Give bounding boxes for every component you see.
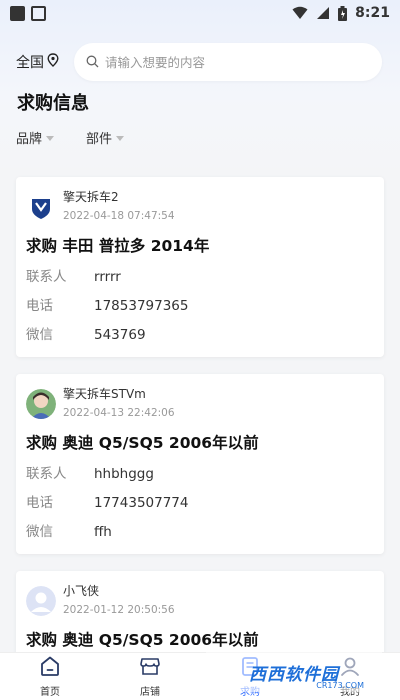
post-time: 2022-01-12 20:50:56 — [63, 604, 175, 616]
region-selector[interactable]: 全国 — [16, 52, 74, 72]
wechat-label: 微信 — [26, 524, 53, 540]
store-icon — [139, 655, 161, 681]
nav-home-label: 首页 — [40, 687, 60, 698]
signal-icon — [316, 6, 330, 20]
app-notification-icon — [31, 5, 46, 21]
watermark: 西西软件园 CR173.COM — [206, 652, 382, 692]
default-avatar-icon — [26, 586, 56, 616]
page-title: 求购信息 — [17, 93, 89, 114]
wechat-value: ffh — [94, 524, 112, 540]
wifi-icon — [292, 6, 308, 20]
post-time: 2022-04-13 22:42:06 — [63, 407, 175, 419]
filter-brand[interactable]: 品牌 — [16, 128, 55, 147]
caret-down-icon — [116, 136, 125, 141]
caret-down-icon — [46, 136, 55, 141]
battery-icon — [338, 5, 348, 21]
notification-icon — [10, 5, 25, 21]
wechat-label: 微信 — [26, 327, 53, 343]
card-header: 擎天拆车STVm 2022-04-13 22:42:06 — [26, 386, 374, 426]
shop-name: 小飞侠 — [63, 584, 100, 598]
shop-meta: 小飞侠 2022-01-12 20:50:56 — [63, 583, 175, 617]
shop-meta: 擎天拆车2 2022-04-18 07:47:54 — [63, 189, 175, 223]
search-row: 全国 — [16, 43, 382, 81]
filter-part-label: 部件 — [86, 132, 113, 147]
phone-value[interactable]: 17743507774 — [94, 494, 188, 512]
screen: 8:21 全国 求购信息 品牌 部件 — [0, 0, 400, 700]
filter-brand-label: 品牌 — [16, 132, 43, 147]
location-pin-icon — [47, 53, 59, 71]
phone-row: 电话 17743507774 — [26, 494, 374, 512]
contact-row: 联系人 rrrrr — [26, 268, 374, 286]
shop-name: 擎天拆车2 — [63, 190, 119, 204]
listing-card[interactable]: 擎天拆车2 2022-04-18 07:47:54 求购 丰田 普拉多 2014… — [16, 177, 384, 357]
status-right: 8:21 — [292, 5, 390, 21]
shop-logo-icon — [26, 192, 56, 222]
status-time: 8:21 — [355, 5, 390, 21]
wechat-row: 微信 ffh — [26, 523, 374, 541]
phone-label: 电话 — [26, 495, 53, 511]
nav-store-label: 店铺 — [140, 687, 160, 698]
post-time: 2022-04-18 07:47:54 — [63, 210, 175, 222]
contact-label: 联系人 — [26, 466, 67, 482]
listing-card[interactable]: 擎天拆车STVm 2022-04-13 22:42:06 求购 奥迪 Q5/SQ… — [16, 374, 384, 554]
contact-label: 联系人 — [26, 269, 67, 285]
shop-meta: 擎天拆车STVm 2022-04-13 22:42:06 — [63, 386, 175, 420]
phone-label: 电话 — [26, 298, 53, 314]
listing-title: 求购 奥迪 Q5/SQ5 2006年以前 — [26, 434, 259, 452]
card-header: 小飞侠 2022-01-12 20:50:56 — [26, 583, 374, 623]
phone-value[interactable]: 17853797365 — [94, 297, 188, 315]
watermark-sub: CR173.COM — [316, 681, 364, 690]
region-label: 全国 — [16, 55, 44, 71]
nav-home[interactable]: 首页 — [0, 653, 100, 700]
contact-value: hhbhggg — [94, 466, 154, 482]
filter-part[interactable]: 部件 — [86, 128, 125, 147]
shop-avatar-icon — [26, 389, 56, 419]
listing-title: 求购 丰田 普拉多 2014年 — [26, 237, 210, 255]
wechat-row: 微信 543769 — [26, 326, 374, 344]
contact-row: 联系人 hhbhggg — [26, 465, 374, 483]
search-icon — [86, 53, 99, 72]
phone-row: 电话 17853797365 — [26, 297, 374, 315]
status-left — [10, 5, 46, 21]
listing-title: 求购 奥迪 Q5/SQ5 2006年以前 — [26, 631, 259, 649]
card-header: 擎天拆车2 2022-04-18 07:47:54 — [26, 189, 374, 229]
shop-name: 擎天拆车STVm — [63, 387, 146, 401]
status-bar: 8:21 — [0, 0, 400, 26]
nav-store[interactable]: 店铺 — [100, 653, 200, 700]
home-icon — [39, 655, 61, 681]
wechat-value: 543769 — [94, 327, 146, 343]
filter-bar: 品牌 部件 — [16, 128, 125, 147]
contact-value: rrrrr — [94, 269, 121, 285]
search-input[interactable] — [105, 54, 370, 70]
search-box — [74, 43, 382, 81]
header-background — [0, 0, 400, 175]
